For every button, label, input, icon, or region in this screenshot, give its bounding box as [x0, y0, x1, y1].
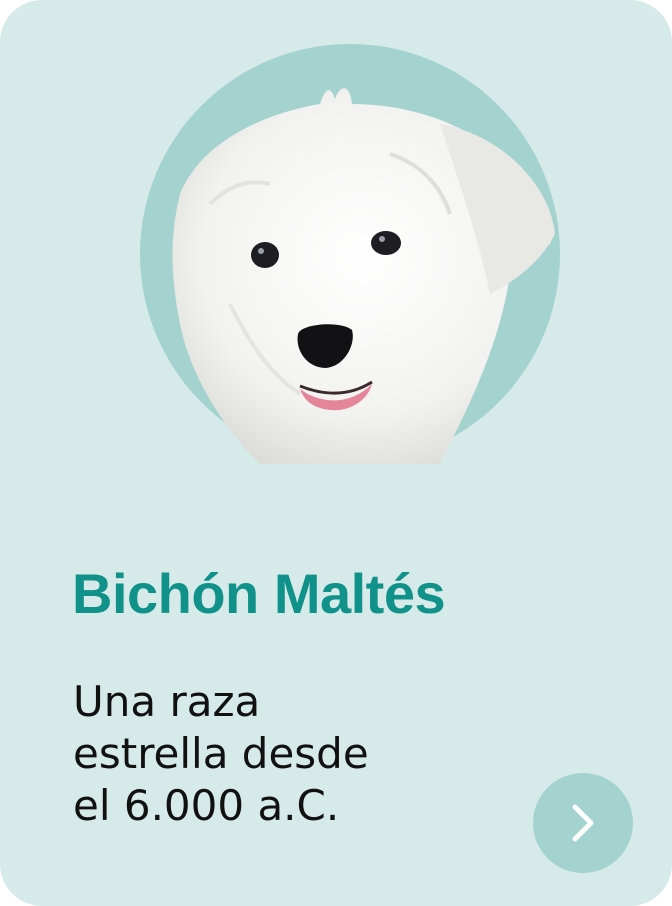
breed-name: Bichón Maltés [72, 562, 446, 625]
description-line: Una raza [73, 677, 261, 726]
chevron-right-icon [572, 804, 594, 842]
description-line: estrella desde [73, 729, 369, 778]
breed-card[interactable]: Bichón Maltés Una raza estrella desde el… [0, 0, 672, 906]
description-line: el 6.000 a.C. [73, 781, 340, 830]
next-button[interactable] [533, 773, 633, 873]
breed-description: Una raza estrella desde el 6.000 a.C. [73, 676, 369, 832]
dog-portrait [140, 44, 560, 464]
maltese-dog-icon [140, 44, 560, 464]
